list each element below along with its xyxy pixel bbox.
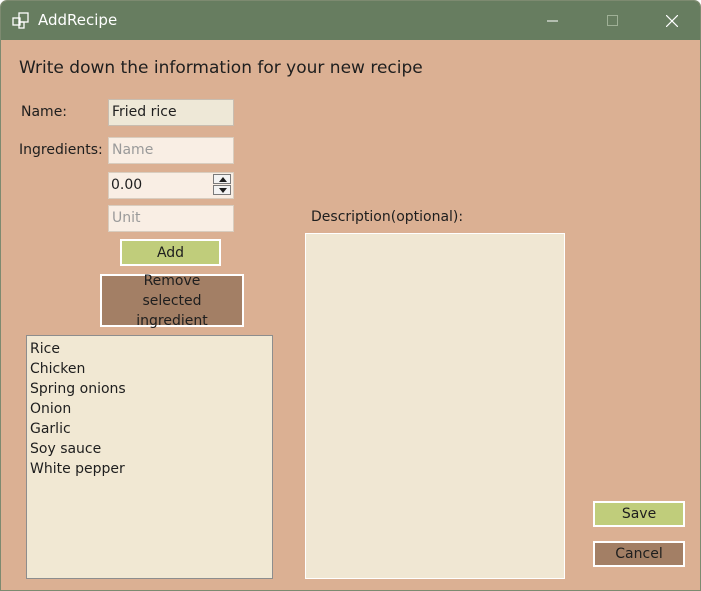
- ingredients-label: Ingredients:: [19, 142, 103, 158]
- list-item[interactable]: Onion: [30, 399, 272, 419]
- window-title: AddRecipe: [38, 11, 118, 29]
- remove-ingredient-button[interactable]: Remove selected ingredient: [100, 273, 244, 329]
- add-recipe-window: AddRecipe Write down the information for…: [0, 0, 701, 591]
- page-heading: Write down the information for your new …: [19, 58, 423, 78]
- close-button[interactable]: [649, 1, 695, 40]
- app-icon: [12, 12, 30, 30]
- ingredient-name-input[interactable]: Name: [108, 137, 234, 164]
- amount-stepper: [213, 173, 233, 197]
- save-button[interactable]: Save: [593, 501, 685, 527]
- stepper-down-button[interactable]: [213, 185, 231, 195]
- arrow-up-icon: [219, 177, 227, 182]
- title-bar[interactable]: AddRecipe: [1, 1, 700, 40]
- maximize-icon: [607, 15, 618, 26]
- list-item[interactable]: White pepper: [30, 459, 272, 479]
- description-label: Description(optional):: [311, 209, 464, 225]
- minimize-button[interactable]: [530, 1, 576, 40]
- name-label: Name:: [21, 104, 68, 120]
- list-item[interactable]: Chicken: [30, 359, 272, 379]
- maximize-button[interactable]: [590, 1, 636, 40]
- arrow-down-icon: [219, 188, 227, 193]
- cancel-button[interactable]: Cancel: [593, 541, 685, 567]
- close-icon: [666, 15, 678, 27]
- stepper-up-button[interactable]: [213, 174, 231, 184]
- recipe-name-input[interactable]: Fried rice: [108, 99, 234, 126]
- minimize-icon: [547, 20, 558, 22]
- unit-input[interactable]: Unit: [108, 205, 234, 232]
- list-item[interactable]: Garlic: [30, 419, 272, 439]
- list-item[interactable]: Spring onions: [30, 379, 272, 399]
- list-item[interactable]: Rice: [30, 339, 272, 359]
- ingredient-list[interactable]: Rice Chicken Spring onions Onion Garlic …: [26, 335, 273, 579]
- add-button[interactable]: Add: [120, 239, 221, 266]
- list-item[interactable]: Soy sauce: [30, 439, 272, 459]
- description-textarea[interactable]: [305, 233, 565, 579]
